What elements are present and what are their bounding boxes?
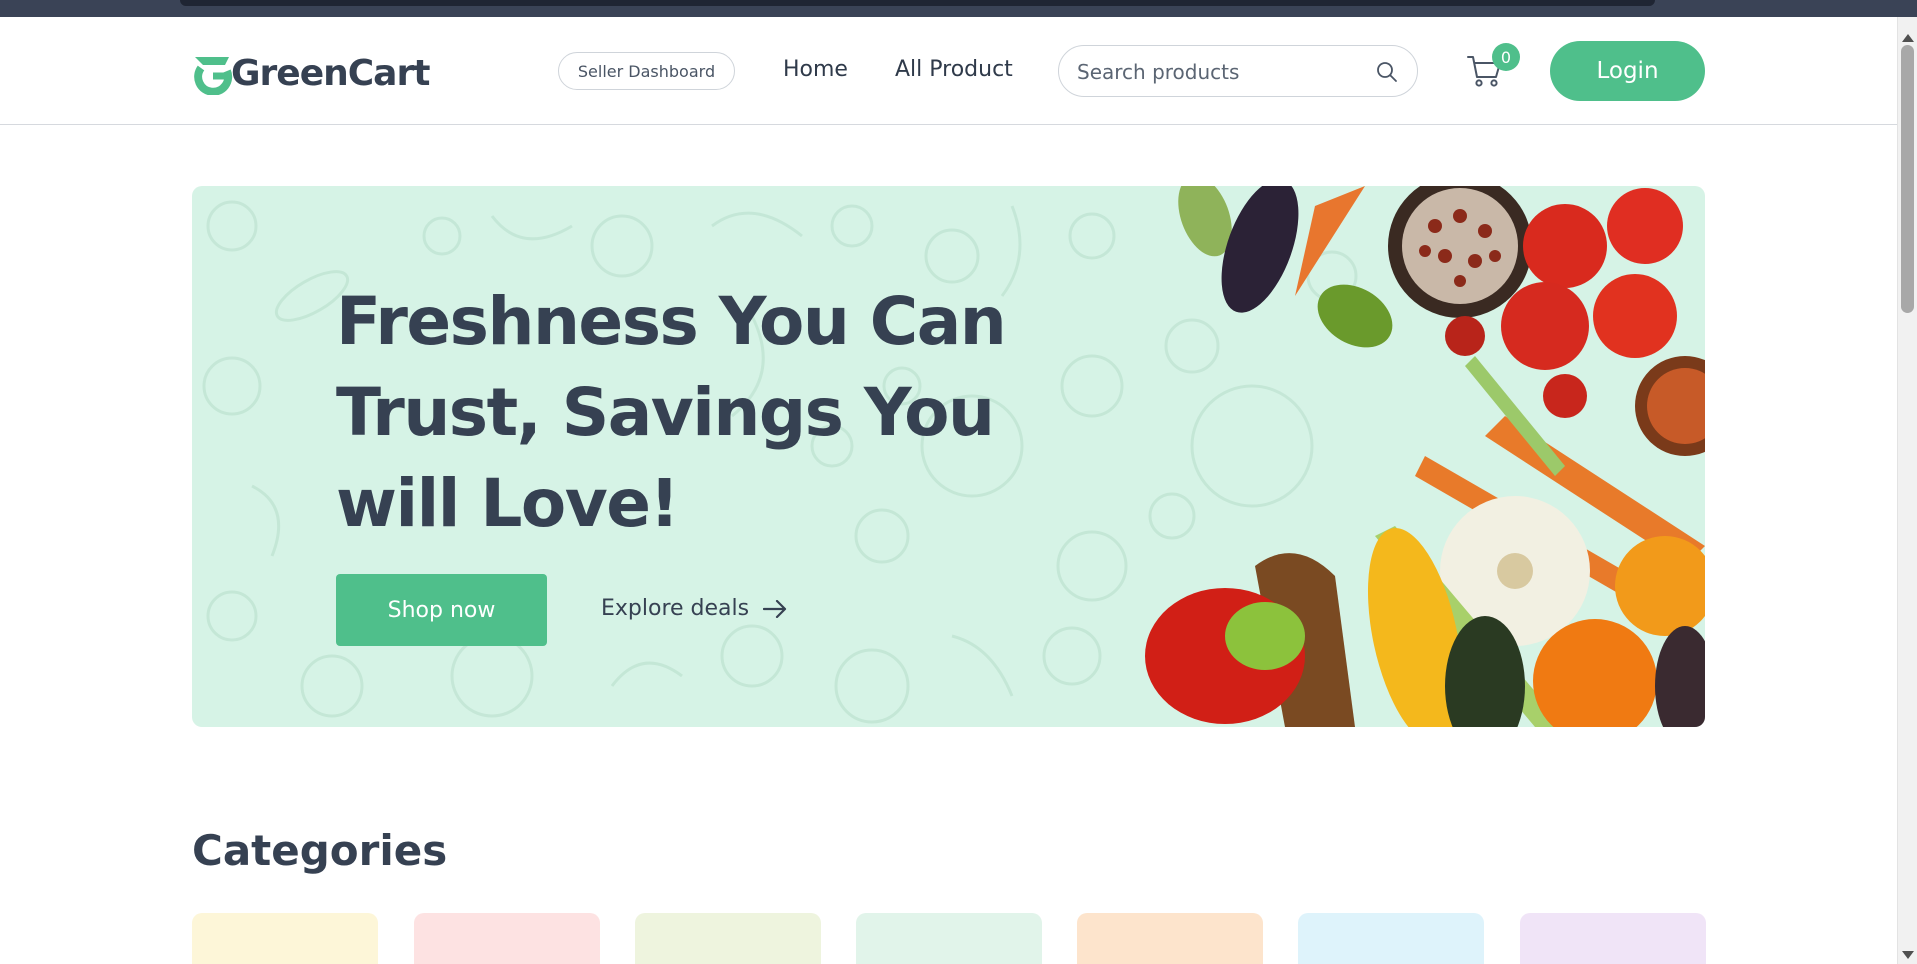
category-card[interactable] bbox=[414, 913, 600, 964]
categories-heading: Categories bbox=[192, 826, 448, 875]
browser-top-bar bbox=[180, 0, 1655, 6]
shop-now-button[interactable]: Shop now bbox=[336, 574, 547, 646]
search-input[interactable] bbox=[1077, 59, 1367, 85]
seller-dashboard-button[interactable]: Seller Dashboard bbox=[558, 52, 735, 90]
category-card[interactable] bbox=[635, 913, 821, 964]
navbar: GreenCart Seller Dashboard Home All Prod… bbox=[0, 17, 1897, 125]
explore-deals-link[interactable]: Explore deals bbox=[601, 596, 787, 621]
scroll-thumb[interactable] bbox=[1901, 45, 1914, 313]
hero-title: Freshness You Can Trust, Savings You wil… bbox=[336, 283, 1007, 542]
browser-top-strip bbox=[0, 0, 1917, 17]
explore-deals-label: Explore deals bbox=[601, 596, 750, 621]
page-scrollbar[interactable] bbox=[1897, 17, 1917, 964]
category-card[interactable] bbox=[1520, 913, 1706, 964]
scroll-up-arrow-icon[interactable] bbox=[1898, 31, 1917, 45]
hero-banner: Freshness You Can Trust, Savings You wil… bbox=[192, 186, 1705, 727]
search-bar bbox=[1058, 45, 1418, 97]
category-card[interactable] bbox=[856, 913, 1042, 964]
login-button[interactable]: Login bbox=[1550, 41, 1705, 101]
brand-name: GreenCart bbox=[231, 52, 430, 94]
vegetables-illustration bbox=[1145, 186, 1705, 727]
category-card[interactable] bbox=[1298, 913, 1484, 964]
brand-logo[interactable]: GreenCart bbox=[191, 51, 430, 95]
cart-count-badge: 0 bbox=[1492, 43, 1520, 71]
category-card[interactable] bbox=[192, 913, 378, 964]
logo-mark-icon bbox=[194, 57, 233, 95]
category-card[interactable] bbox=[1077, 913, 1263, 964]
scroll-down-arrow-icon[interactable] bbox=[1898, 948, 1917, 962]
arrow-right-icon bbox=[763, 599, 787, 618]
nav-all-product-link[interactable]: All Product bbox=[895, 57, 1013, 82]
nav-home-link[interactable]: Home bbox=[783, 57, 848, 82]
search-icon[interactable] bbox=[1375, 60, 1399, 84]
